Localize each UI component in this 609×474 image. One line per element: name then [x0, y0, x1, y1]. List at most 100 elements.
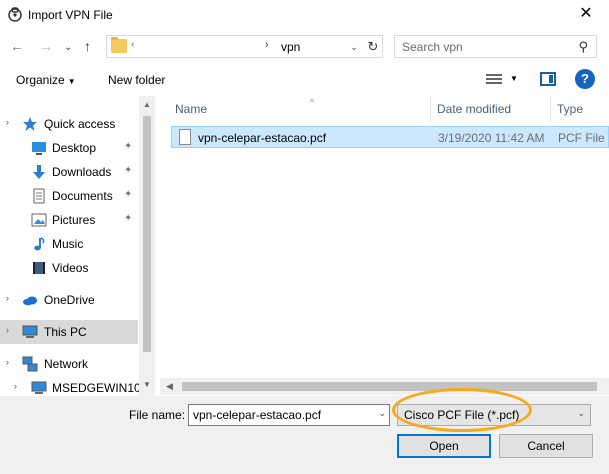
videos-icon — [33, 262, 45, 274]
chevron-down-icon[interactable]: ⌄ — [577, 408, 585, 419]
scrollbar-thumb[interactable] — [143, 116, 151, 352]
recent-locations-button[interactable]: ⌄ — [64, 40, 72, 56]
cancel-button[interactable]: Cancel — [499, 434, 593, 458]
computer-icon — [31, 381, 47, 394]
navigation-pane-scrollbar[interactable]: ▲ ▼ — [139, 96, 155, 396]
up-button[interactable]: ↑ — [84, 38, 91, 54]
sidebar-item-label: Documents — [52, 189, 113, 203]
sidebar-item-pictures[interactable]: Pictures ✦ — [0, 208, 138, 232]
pc-icon — [22, 325, 38, 338]
chevron-right-icon[interactable]: › — [6, 117, 9, 127]
help-icon[interactable]: ? — [575, 69, 595, 89]
file-type-value: Cisco PCF File (*.pcf) — [404, 408, 520, 422]
command-toolbar: Organize ▼ New folder ▼ ? — [0, 64, 609, 96]
organize-button[interactable]: Organize ▼ — [16, 73, 76, 87]
file-type-select[interactable]: Cisco PCF File (*.pcf) ⌄ — [397, 404, 591, 426]
column-header-date-modified[interactable]: Date modified — [437, 102, 511, 128]
sidebar-item-desktop[interactable]: Desktop ✦ — [0, 136, 138, 160]
vpn-client-icon — [8, 7, 22, 22]
sidebar-item-label: Desktop — [52, 141, 97, 155]
scroll-up-icon[interactable]: ▲ — [143, 100, 151, 109]
file-icon — [179, 129, 191, 145]
network-icon — [22, 356, 38, 372]
pictures-icon — [31, 213, 47, 227]
sidebar-item-videos[interactable]: Videos — [0, 256, 138, 280]
sidebar-item-label: Network — [44, 357, 89, 371]
search-box[interactable]: Search vpn ⚲ — [394, 35, 597, 58]
column-header-type[interactable]: Type — [557, 102, 583, 128]
onedrive-icon — [23, 296, 37, 306]
address-bar[interactable]: ‹ › vpn ⌄ ↻ — [106, 35, 383, 58]
sidebar-item-label: Videos — [52, 261, 89, 275]
file-name: vpn-celepar-estacao.pcf — [198, 131, 327, 145]
chevron-right-icon[interactable]: › — [6, 325, 9, 335]
pin-icon: ✦ — [124, 165, 133, 176]
sidebar-item-downloads[interactable]: Downloads ✦ — [0, 160, 138, 184]
star-icon — [23, 117, 37, 131]
chevron-right-icon[interactable]: › — [14, 381, 17, 391]
search-icon: ⚲ — [578, 39, 588, 54]
pin-icon: ✦ — [124, 189, 133, 200]
chevron-down-icon[interactable]: ⌄ — [378, 408, 386, 419]
view-caret-icon[interactable]: ▼ — [510, 74, 518, 83]
forward-button[interactable]: → — [39, 38, 53, 54]
file-date-modified: 3/19/2020 11:42 AM — [438, 131, 545, 145]
sidebar-item-quick-access[interactable]: › Quick access — [0, 112, 138, 136]
sort-ascending-icon: ^ — [310, 98, 314, 107]
folder-icon — [111, 37, 127, 53]
scroll-left-icon[interactable]: ◀ — [166, 381, 173, 392]
back-button[interactable]: ← — [10, 38, 24, 54]
dialog-footer: File name: ⌄ Cisco PCF File (*.pcf) ⌄ Op… — [0, 396, 609, 474]
sidebar-item-onedrive[interactable]: › OneDrive — [0, 288, 138, 312]
sidebar-item-network[interactable]: › Network — [0, 352, 138, 376]
file-list-pane: ^ Name Date modified Type vpn-celepar-est… — [160, 96, 609, 396]
close-button[interactable]: ✕ — [563, 0, 609, 30]
sidebar-item-msedgewin10[interactable]: › MSEDGEWIN10 — [0, 376, 141, 396]
open-button[interactable]: Open — [397, 434, 491, 458]
file-row[interactable]: vpn-celepar-estacao.pcf 3/19/2020 11:42 … — [171, 126, 609, 148]
breadcrumb-vpn[interactable]: vpn — [281, 40, 300, 54]
file-list-horizontal-scrollbar[interactable]: ◀ — [160, 378, 609, 395]
sidebar-item-label: Music — [52, 237, 84, 251]
organize-label: Organize — [16, 73, 65, 87]
sidebar-item-this-pc[interactable]: › This PC — [0, 320, 138, 344]
search-input[interactable]: Search vpn — [402, 40, 463, 54]
view-options-icon[interactable] — [486, 72, 502, 86]
sidebar-item-label: This PC — [44, 325, 87, 339]
breadcrumb-chevron-icon[interactable]: › — [265, 39, 269, 51]
music-icon — [34, 237, 45, 251]
file-name-input[interactable] — [189, 405, 371, 425]
window-title: Import VPN File — [28, 8, 113, 22]
column-header-name[interactable]: ^ Name — [175, 98, 314, 128]
new-folder-button[interactable]: New folder — [108, 73, 165, 87]
column-divider[interactable] — [430, 96, 431, 122]
download-icon — [33, 165, 45, 179]
title-bar: Import VPN File ✕ — [0, 0, 609, 30]
pin-icon: ✦ — [124, 141, 133, 152]
desktop-icon — [32, 142, 46, 155]
sidebar-item-label: MSEDGEWIN10 — [52, 381, 141, 395]
close-icon: ✕ — [579, 5, 593, 22]
sidebar-item-label: Downloads — [52, 165, 112, 179]
refresh-icon[interactable]: ↻ — [365, 38, 381, 56]
preview-pane-icon[interactable] — [540, 72, 556, 86]
caret-down-icon: ▼ — [67, 77, 76, 86]
column-header-label: Name — [175, 102, 208, 116]
sidebar-item-label: Pictures — [52, 213, 96, 227]
sidebar-item-music[interactable]: Music — [0, 232, 138, 256]
scrollbar-thumb[interactable] — [182, 382, 597, 391]
file-name-combobox[interactable]: ⌄ — [188, 404, 390, 426]
scroll-down-icon[interactable]: ▼ — [143, 380, 151, 389]
sidebar-item-documents[interactable]: Documents ✦ — [0, 184, 138, 208]
sidebar-item-label: OneDrive — [44, 293, 95, 307]
chevron-right-icon[interactable]: › — [6, 293, 9, 303]
pin-icon: ✦ — [124, 213, 133, 224]
chevron-right-icon[interactable]: › — [6, 357, 9, 367]
navigation-bar: ← → ⌄ ↑ ‹ › vpn ⌄ ↻ Search vpn ⚲ — [0, 30, 609, 64]
file-type: PCF File — [558, 131, 605, 145]
address-dropdown-icon[interactable]: ⌄ — [345, 38, 363, 56]
file-name-label: File name: — [129, 408, 186, 422]
column-divider[interactable] — [550, 96, 551, 122]
breadcrumb-chevron-icon[interactable]: ‹ — [131, 39, 134, 50]
sidebar-item-label: Quick access — [44, 117, 116, 131]
